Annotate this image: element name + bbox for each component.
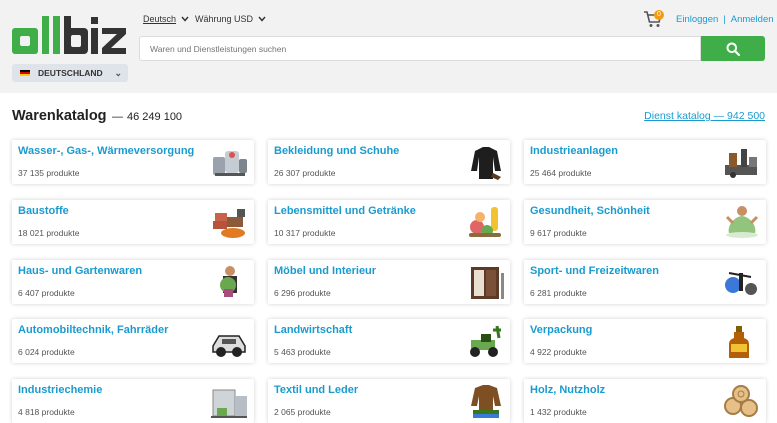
category-card[interactable]: Textil und Leder 2 065 produkte — [268, 379, 510, 423]
category-name[interactable]: Textil und Leder — [274, 384, 358, 396]
food-drinks-icon — [469, 207, 501, 237]
search-input[interactable] — [139, 36, 701, 61]
furniture-icon — [471, 267, 504, 299]
category-card[interactable]: Industriechemie 4 818 produkte — [12, 379, 254, 423]
language-selector[interactable]: Deutsch — [143, 14, 189, 24]
building-materials-icon — [213, 209, 245, 238]
category-count: 2 065 produkte — [274, 407, 331, 417]
water-supply-icon — [213, 151, 247, 176]
category-name[interactable]: Bekleidung und Schuhe — [274, 145, 399, 157]
wood-icon — [724, 385, 758, 417]
language-label: Deutsch — [143, 14, 177, 24]
currency-selector[interactable]: Währung USD — [195, 14, 266, 24]
category-name[interactable]: Automobiltechnik, Fahrräder — [18, 324, 168, 336]
category-count: 6 296 produkte — [274, 288, 331, 298]
category-count: 25 464 produkte — [530, 168, 592, 178]
category-count: 1 432 produkte — [530, 407, 587, 417]
search-button[interactable] — [701, 36, 765, 61]
site-header: DEUTSCHLAND ⌄ Deutsch Währung USD 0 Einl… — [0, 0, 777, 93]
category-count: 4 818 produkte — [18, 407, 75, 417]
packaging-icon — [729, 326, 749, 358]
category-card[interactable]: Industrieanlagen 25 464 produkte — [524, 140, 766, 184]
clothing-icon — [471, 147, 501, 180]
category-count: 18 021 produkte — [18, 228, 80, 238]
agriculture-icon — [470, 325, 501, 357]
industrial-equipment-icon — [725, 149, 757, 178]
category-name[interactable]: Gesundheit, Schönheit — [530, 205, 650, 217]
category-name[interactable]: Verpackung — [530, 324, 592, 336]
service-catalog-link[interactable]: Dienst katalog — 942 500 — [644, 110, 765, 122]
category-card[interactable]: Automobiltechnik, Fahrräder 6 024 produkt… — [12, 319, 254, 363]
register-link[interactable]: Anmelden — [731, 14, 774, 25]
category-count: 5 463 produkte — [274, 347, 331, 357]
automotive-icon — [212, 335, 246, 357]
category-count: 9 617 produkte — [530, 228, 587, 238]
separator: | — [723, 14, 726, 25]
category-name[interactable]: Industrieanlagen — [530, 145, 618, 157]
category-name[interactable]: Baustoffe — [18, 205, 69, 217]
germany-flag-icon — [20, 69, 30, 77]
chemistry-icon — [211, 389, 247, 418]
category-card[interactable]: Gesundheit, Schönheit 9 617 produkte — [524, 200, 766, 244]
category-count: 37 135 produkte — [18, 168, 80, 178]
category-card[interactable]: Bekleidung und Schuhe 26 307 produkte — [268, 140, 510, 184]
category-card[interactable]: Wasser-, Gas-, Wärmeversorgung 37 135 pro… — [12, 140, 254, 184]
category-name[interactable]: Sport- und Freizeitwaren — [530, 265, 659, 277]
category-count: 4 922 produkte — [530, 347, 587, 357]
category-count: 26 307 produkte — [274, 168, 336, 178]
catalog-count-value: 46 249 100 — [127, 111, 183, 123]
home-garden-icon — [220, 266, 237, 297]
category-name[interactable]: Industriechemie — [18, 384, 102, 396]
chevron-down-icon — [258, 16, 266, 22]
category-name[interactable]: Holz, Nutzholz — [530, 384, 605, 396]
category-card[interactable]: Haus- und Gartenwaren 6 407 produkte — [12, 260, 254, 304]
country-label: DEUTSCHLAND — [38, 68, 103, 78]
page-title: Warenkatalog — [12, 108, 107, 124]
currency-label: Währung USD — [195, 14, 254, 24]
category-count: 6 407 produkte — [18, 288, 75, 298]
health-beauty-icon — [725, 206, 759, 238]
dash: — — [112, 111, 123, 123]
search-icon — [726, 42, 740, 56]
textile-leather-icon — [471, 385, 501, 418]
category-count: 6 024 produkte — [18, 347, 75, 357]
category-card[interactable]: Sport- und Freizeitwaren 6 281 produkte — [524, 260, 766, 304]
category-name[interactable]: Wasser-, Gas-, Wärmeversorgung — [18, 145, 194, 157]
category-card[interactable]: Möbel und Interieur 6 296 produkte — [268, 260, 510, 304]
category-card[interactable]: Verpackung 4 922 produkte — [524, 319, 766, 363]
chevron-down-icon — [181, 16, 189, 22]
allbiz-logo[interactable] — [12, 14, 130, 58]
category-name[interactable]: Lebensmittel und Getränke — [274, 205, 416, 217]
cart-count-badge: 0 — [654, 10, 664, 20]
auth-links: Einloggen | Anmelden — [676, 14, 774, 25]
category-card[interactable]: Lebensmittel und Getränke 10 317 produkte — [268, 200, 510, 244]
country-selector[interactable]: DEUTSCHLAND ⌄ — [12, 64, 128, 82]
category-name[interactable]: Landwirtschaft — [274, 324, 352, 336]
catalog-count: — 46 249 100 — [112, 111, 182, 123]
category-card[interactable]: Holz, Nutzholz 1 432 produkte — [524, 379, 766, 423]
login-link[interactable]: Einloggen — [676, 14, 718, 25]
category-count: 10 317 produkte — [274, 228, 336, 238]
category-name[interactable]: Möbel und Interieur — [274, 265, 376, 277]
category-name[interactable]: Haus- und Gartenwaren — [18, 265, 142, 277]
chevron-down-icon: ⌄ — [114, 68, 122, 78]
sports-icon — [725, 272, 757, 295]
category-card[interactable]: Landwirtschaft 5 463 produkte — [268, 319, 510, 363]
category-count: 6 281 produkte — [530, 288, 587, 298]
category-card[interactable]: Baustoffe 18 021 produkte — [12, 200, 254, 244]
